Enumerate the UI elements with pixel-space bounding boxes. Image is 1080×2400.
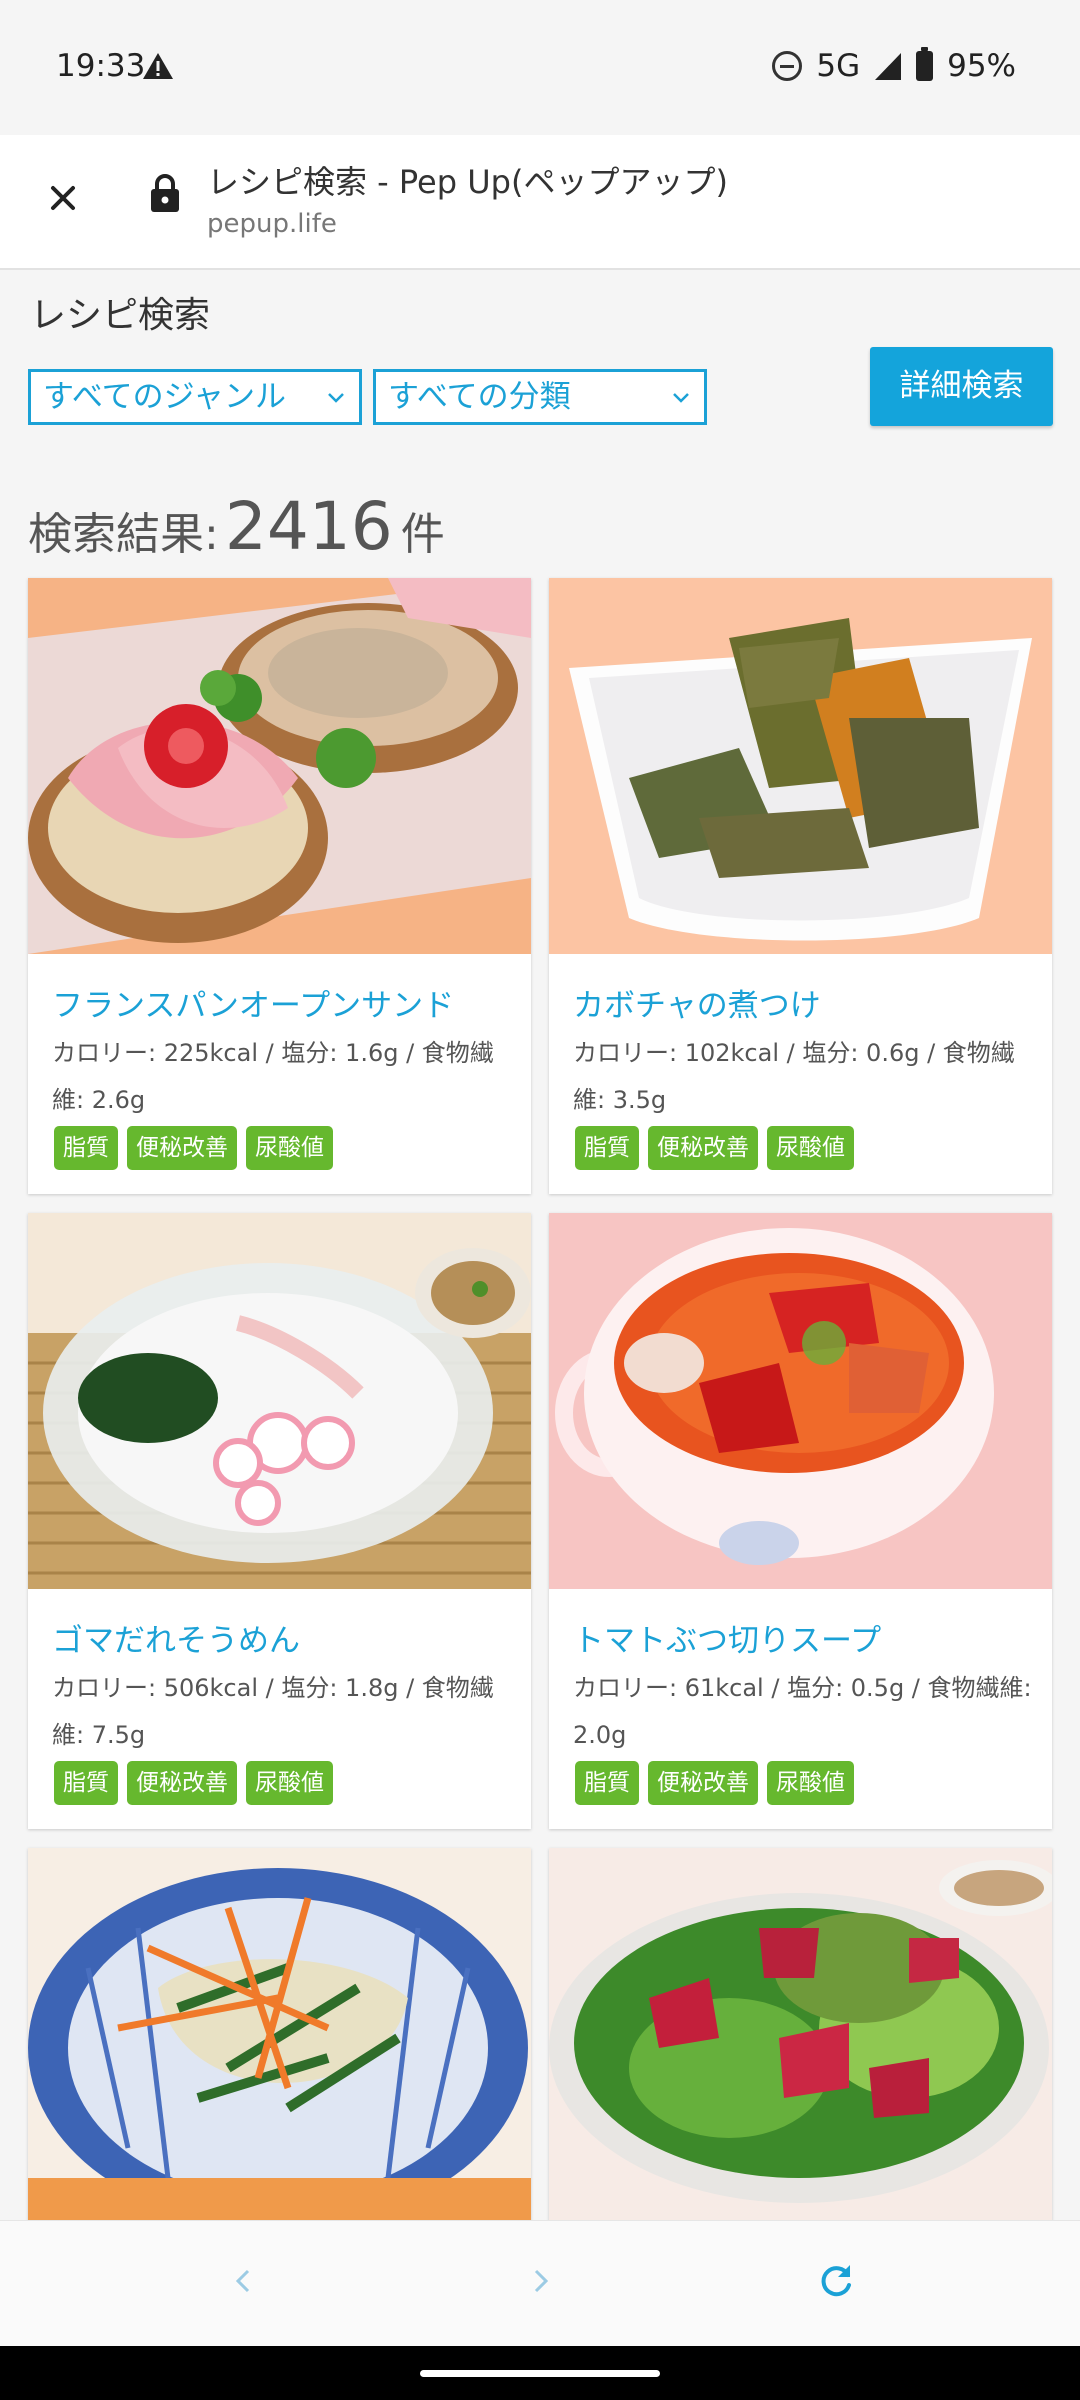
recipe-tags: 脂質 便秘改善 尿酸値 xyxy=(575,1761,854,1805)
recipe-photo-image xyxy=(28,1848,531,2220)
bottom-navigation xyxy=(0,2220,1080,2346)
battery-level: 95% xyxy=(947,48,1016,84)
tag-badge: 脂質 xyxy=(575,1126,639,1170)
status-bar: 19:33 5G 95% xyxy=(0,0,1080,135)
detail-search-button[interactable]: 詳細検索 xyxy=(870,347,1053,426)
recipe-photo[interactable] xyxy=(549,1213,1052,1589)
results-count: 検索結果:2416 件 xyxy=(28,488,445,565)
page-title: レシピ検索 xyxy=(30,295,211,336)
chevron-down-icon xyxy=(328,393,344,403)
recipe-nutrition: カロリー: 506kcal / 塩分: 1.8g / 食物繊維: 7.5g xyxy=(52,1674,494,1749)
status-time: 19:33 xyxy=(56,48,146,84)
class-select-value: すべての分類 xyxy=(388,379,571,415)
gesture-bar xyxy=(0,2346,1080,2400)
do-not-disturb-icon xyxy=(772,51,803,81)
chevron-down-icon xyxy=(673,393,689,403)
recipe-card[interactable]: フランスパンオープンサンド カロリー: 225kcal / 塩分: 1.6g /… xyxy=(28,578,531,1194)
recipe-tags: 脂質 便秘改善 尿酸値 xyxy=(54,1761,333,1805)
genre-select[interactable]: すべてのジャンル xyxy=(28,369,362,425)
results-label: 検索結果: xyxy=(28,509,219,560)
recipe-photo-image xyxy=(549,578,1052,954)
battery-icon xyxy=(916,47,934,81)
recipe-nutrition: カロリー: 225kcal / 塩分: 1.6g / 食物繊維: 2.6g xyxy=(52,1039,494,1114)
home-indicator[interactable] xyxy=(420,2370,660,2377)
close-icon[interactable] xyxy=(40,175,86,221)
tag-badge: 脂質 xyxy=(54,1761,118,1805)
network-type: 5G xyxy=(816,48,861,84)
tag-badge: 便秘改善 xyxy=(648,1126,758,1170)
chevron-left-icon[interactable] xyxy=(224,2261,264,2301)
class-select[interactable]: すべての分類 xyxy=(373,369,707,425)
tag-badge: 尿酸値 xyxy=(246,1761,333,1805)
recipe-card[interactable]: ゴマだれそうめん カロリー: 506kcal / 塩分: 1.8g / 食物繊維… xyxy=(28,1213,531,1829)
tab-title: レシピ検索 - Pep Up(ペップアップ) xyxy=(207,163,728,201)
recipe-photo[interactable] xyxy=(28,1848,531,2220)
recipe-tags: 脂質 便秘改善 尿酸値 xyxy=(575,1126,854,1170)
chevron-right-icon[interactable] xyxy=(520,2261,560,2301)
recipe-card[interactable] xyxy=(549,1848,1052,2220)
results-number: 2416 xyxy=(224,488,393,565)
recipe-photo[interactable] xyxy=(28,1213,531,1589)
reload-icon[interactable] xyxy=(814,2259,858,2303)
recipe-card[interactable]: カボチャの煮つけ カロリー: 102kcal / 塩分: 0.6g / 食物繊維… xyxy=(549,578,1052,1194)
status-indicators: 5G 95% xyxy=(772,47,1016,84)
alert-triangle-icon xyxy=(143,53,173,79)
tag-badge: 尿酸値 xyxy=(246,1126,333,1170)
tag-badge: 便秘改善 xyxy=(127,1761,237,1805)
recipe-photo[interactable] xyxy=(28,578,531,954)
recipe-nutrition: カロリー: 61kcal / 塩分: 0.5g / 食物繊維: 2.0g xyxy=(573,1674,1032,1749)
recipe-photo-image xyxy=(549,1213,1052,1589)
genre-select-value: すべてのジャンル xyxy=(43,379,287,415)
signal-icon xyxy=(875,53,902,80)
page-content: レシピ検索 すべてのジャンル すべての分類 詳細検索 検索結果:2416 件 フ… xyxy=(0,272,1080,2220)
recipe-nutrition: カロリー: 102kcal / 塩分: 0.6g / 食物繊維: 3.5g xyxy=(573,1039,1015,1114)
tag-badge: 脂質 xyxy=(54,1126,118,1170)
recipe-photo[interactable] xyxy=(549,1848,1052,2220)
recipe-photo[interactable] xyxy=(549,578,1052,954)
recipe-name[interactable]: カボチャの煮つけ xyxy=(573,980,821,1025)
tag-badge: 便秘改善 xyxy=(127,1126,237,1170)
results-unit: 件 xyxy=(400,509,445,560)
lock-icon[interactable] xyxy=(148,173,182,213)
recipe-name[interactable]: トマトぶつ切りスープ xyxy=(573,1615,881,1660)
recipe-photo-image xyxy=(28,578,531,954)
tag-badge: 脂質 xyxy=(575,1761,639,1805)
tag-badge: 便秘改善 xyxy=(648,1761,758,1805)
browser-tab-header: レシピ検索 - Pep Up(ペップアップ) pepup.life xyxy=(0,135,1080,270)
recipe-card[interactable]: トマトぶつ切りスープ カロリー: 61kcal / 塩分: 0.5g / 食物繊… xyxy=(549,1213,1052,1829)
recipe-tags: 脂質 便秘改善 尿酸値 xyxy=(54,1126,333,1170)
recipe-photo-image xyxy=(549,1848,1052,2220)
recipe-name[interactable]: フランスパンオープンサンド xyxy=(52,980,454,1025)
recipe-card[interactable] xyxy=(28,1848,531,2220)
tag-badge: 尿酸値 xyxy=(767,1761,854,1805)
recipe-photo-image xyxy=(28,1213,531,1589)
tag-badge: 尿酸値 xyxy=(767,1126,854,1170)
tab-url[interactable]: pepup.life xyxy=(207,209,337,239)
recipe-name[interactable]: ゴマだれそうめん xyxy=(52,1615,300,1660)
